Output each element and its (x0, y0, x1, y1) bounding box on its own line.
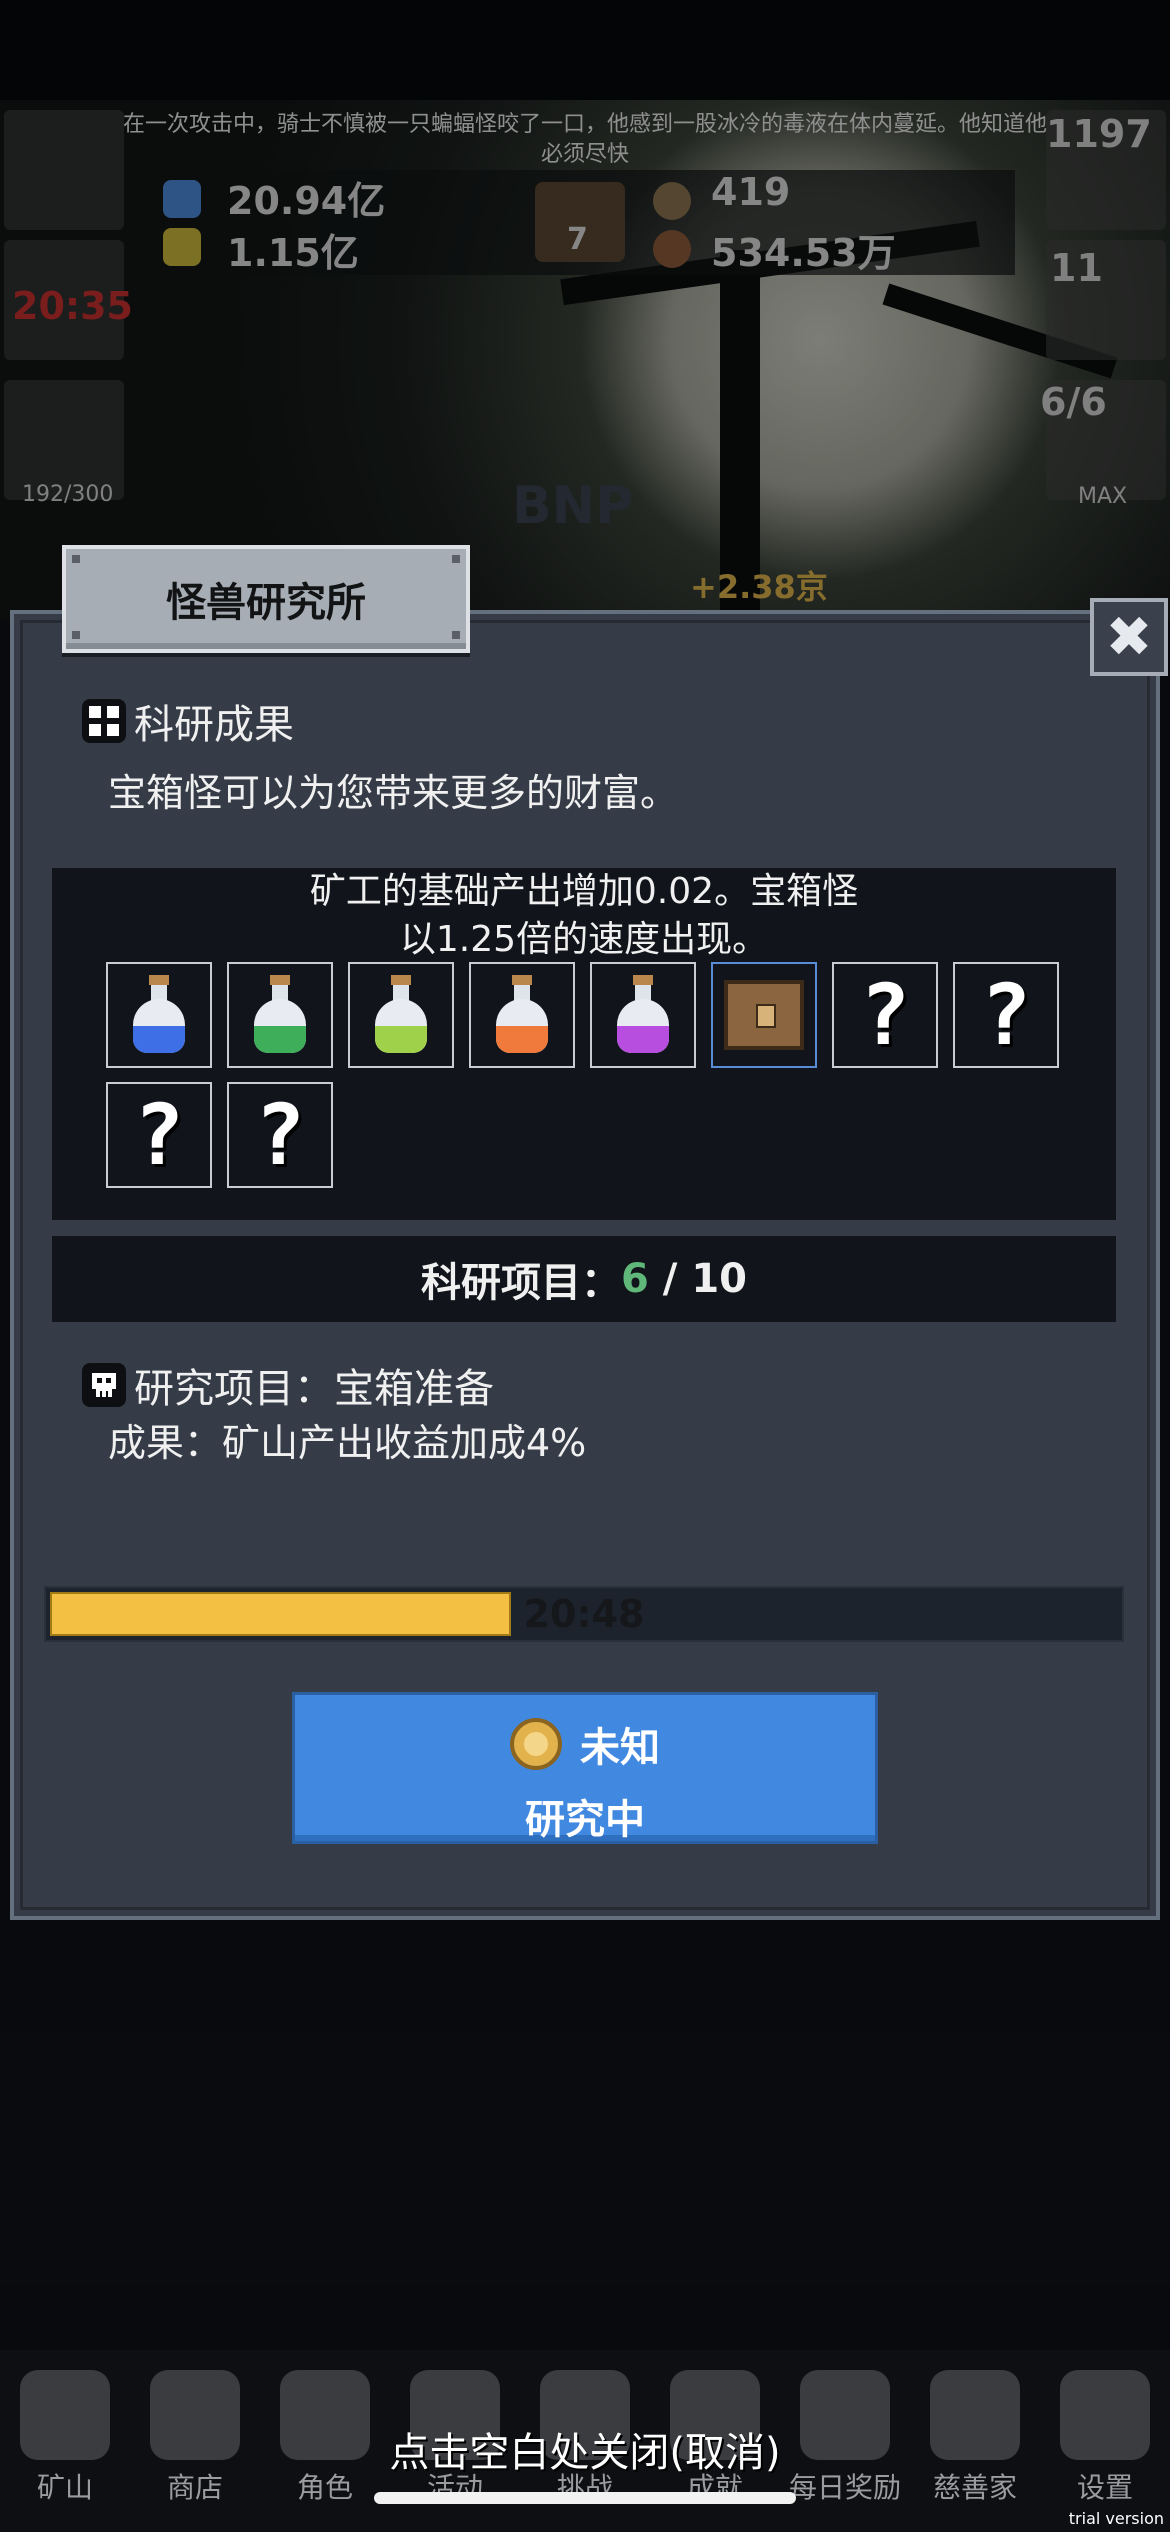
research-slot[interactable]: ? (227, 1082, 333, 1188)
panel-title: 怪兽研究所 (166, 580, 366, 626)
project-result: 成果：矿山产出收益加成4% (108, 1421, 587, 1465)
progress-time: 20:48 (523, 1592, 645, 1636)
count-separator: / (648, 1256, 692, 1302)
count-label: 科研项目： (421, 1260, 621, 1306)
rivet (72, 631, 80, 639)
research-slot[interactable] (348, 962, 454, 1068)
count-total: 10 (691, 1256, 747, 1302)
question-mark-icon: ? (133, 1086, 185, 1184)
research-slot[interactable] (469, 962, 575, 1068)
research-slot[interactable]: ? (106, 1082, 212, 1188)
blue-potion-icon (129, 975, 189, 1055)
research-slot[interactable] (590, 962, 696, 1068)
project-heading-row: 研究项目：宝箱准备 (82, 1356, 494, 1414)
research-slot[interactable] (106, 962, 212, 1068)
grid-icon (82, 699, 126, 743)
rivet (452, 555, 460, 563)
research-slot[interactable] (227, 962, 333, 1068)
skull-icon (82, 1363, 126, 1407)
cost-row: 未知 (295, 1715, 875, 1773)
detail-line-2: 以1.25倍的速度出现。 (399, 919, 769, 960)
research-count-bar: 科研项目： 6 / 10 (52, 1236, 1116, 1322)
research-slot[interactable]: ? (953, 962, 1059, 1068)
rivet (72, 555, 80, 563)
lime-potion-icon (371, 975, 431, 1055)
close-icon: ✖ (1105, 604, 1153, 670)
rivet (452, 631, 460, 639)
research-progress-bar: 20:48 (44, 1586, 1124, 1642)
home-indicator[interactable] (374, 2492, 796, 2504)
detail-line-1: 矿工的基础产出增加0.02。宝箱怪 (309, 871, 859, 912)
research-status: 研究中 (525, 1797, 645, 1843)
close-hint[interactable]: 点击空白处关闭(取消) (0, 2420, 1170, 2478)
question-mark-icon: ? (859, 966, 911, 1064)
results-heading-row: 科研成果 (82, 692, 294, 750)
treasure-chest-icon (724, 980, 804, 1050)
count-current: 6 (621, 1256, 649, 1302)
watermark: trial version (1068, 2509, 1164, 2528)
purple-potion-icon (613, 975, 673, 1055)
orange-potion-icon (492, 975, 552, 1055)
question-mark-icon: ? (254, 1086, 306, 1184)
green-potion-icon (250, 975, 310, 1055)
research-detail-box: 矿工的基础产出增加0.02。宝箱怪 以1.25倍的速度出现。 ???? (52, 868, 1116, 1220)
research-button[interactable]: 未知 研究中 (292, 1692, 878, 1844)
project-heading: 研究项目：宝箱准备 (134, 1366, 494, 1412)
close-button[interactable]: ✖ (1090, 598, 1168, 676)
results-text: 宝箱怪可以为您带来更多的财富。 (108, 771, 679, 815)
detail-description: 矿工的基础产出增加0.02。宝箱怪 以1.25倍的速度出现。 (52, 868, 1116, 964)
results-heading: 科研成果 (134, 702, 294, 748)
cost-label: 未知 (580, 1725, 660, 1771)
panel-title-plate: 怪兽研究所 (62, 545, 470, 653)
research-slot[interactable]: ? (832, 962, 938, 1068)
coin-icon (510, 1718, 562, 1770)
research-slot[interactable] (711, 962, 817, 1068)
question-mark-icon: ? (980, 966, 1032, 1064)
